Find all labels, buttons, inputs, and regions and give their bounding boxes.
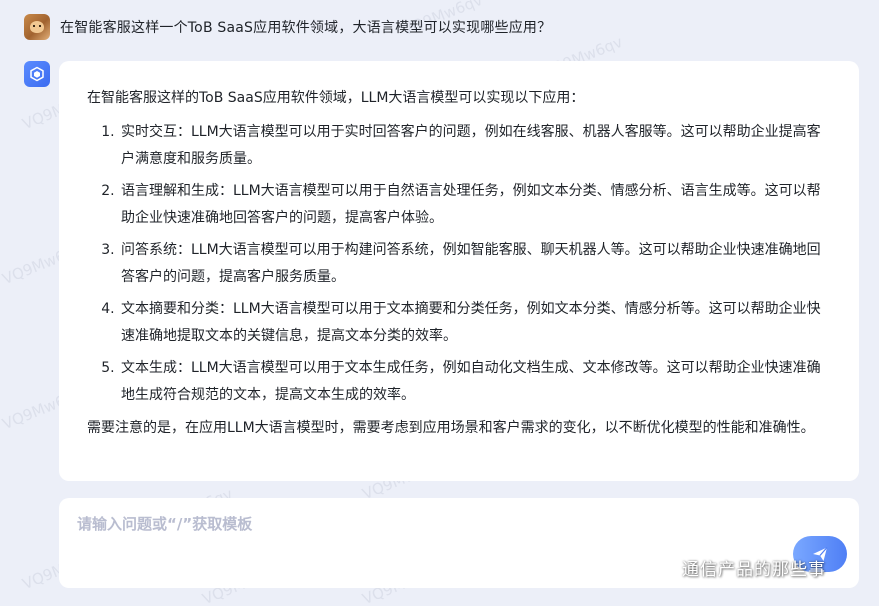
list-item: 文本生成：LLM大语言模型可以用于文本生成任务，例如自动化文档生成、文本修改等。… <box>119 355 829 409</box>
bot-cube-icon <box>24 61 50 87</box>
list-item: 语言理解和生成：LLM大语言模型可以用于自然语言处理任务，例如文本分类、情感分析… <box>119 178 829 232</box>
user-question-text: 在智能客服这样一个ToB SaaS应用软件领域，大语言模型可以实现哪些应用？ <box>60 20 552 36</box>
list-item: 文本摘要和分类：LLM大语言模型可以用于文本摘要和分类任务，例如文本分类、情感分… <box>119 296 829 350</box>
chat-input[interactable] <box>75 512 719 536</box>
bot-cube-icon <box>30 66 44 82</box>
user-avatar-icon <box>24 14 50 40</box>
answer-intro: 在智能客服这样的ToB SaaS应用软件领域，LLM大语言模型可以实现以下应用： <box>87 90 585 106</box>
brand-text: 通信产品的那些事 <box>682 560 826 580</box>
answer-list: 实时交互：LLM大语言模型可以用于实时回答客户的问题，例如在线客服、机器人客服等… <box>87 119 829 409</box>
answer-conclusion: 需要注意的是，在应用LLM大语言模型时，需要考虑到应用场景和客户需求的变化，以不… <box>87 420 815 436</box>
user-message: 在智能客服这样一个ToB SaaS应用软件领域，大语言模型可以实现哪些应用？ <box>24 14 551 40</box>
wechat-icon <box>649 557 675 577</box>
answer-card: 在智能客服这样的ToB SaaS应用软件领域，LLM大语言模型可以实现以下应用：… <box>59 61 859 481</box>
list-item: 问答系统：LLM大语言模型可以用于构建问答系统，例如智能客服、聊天机器人等。这可… <box>119 237 829 291</box>
list-item: 实时交互：LLM大语言模型可以用于实时回答客户的问题，例如在线客服、机器人客服等… <box>119 119 829 173</box>
brand-watermark: 通信产品的那些事 <box>648 555 826 580</box>
